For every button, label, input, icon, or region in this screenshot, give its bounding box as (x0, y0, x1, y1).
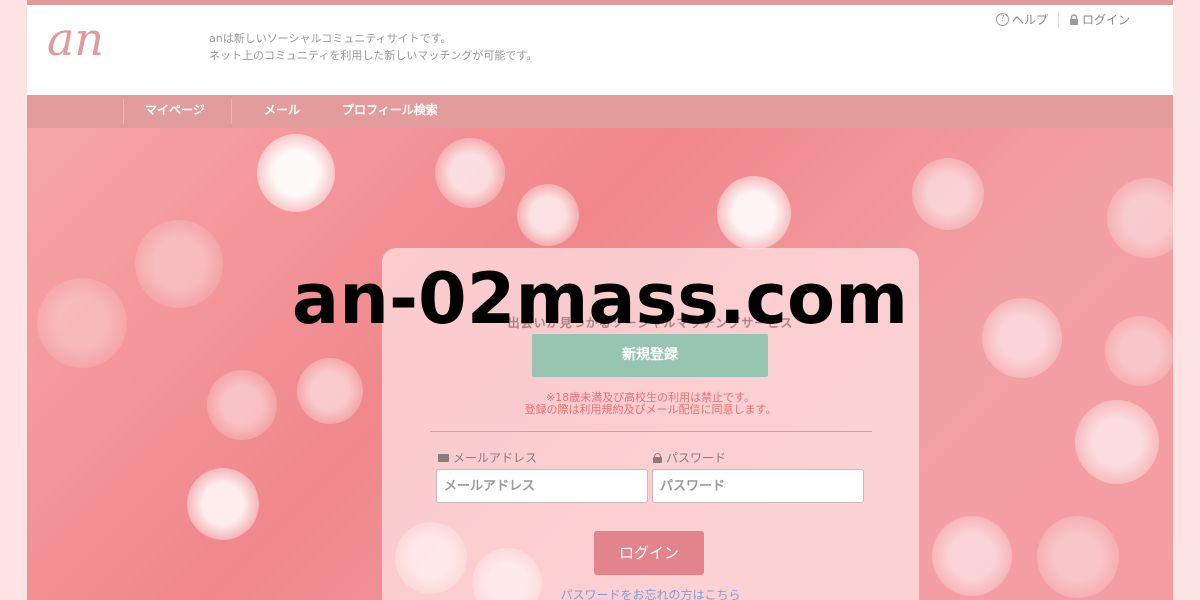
bokeh-light (517, 184, 579, 246)
lock-icon (1069, 13, 1078, 25)
register-button[interactable]: 新規登録 (532, 334, 768, 377)
main-nav: マイページ メール プロフィール検索 (27, 95, 1173, 128)
nav-divider (123, 99, 124, 124)
age-notice: ※18歳未満及び高校生の利用は禁止です。 登録の際は利用規約及びメール配信に同意… (382, 392, 919, 416)
email-label-text: メールアドレス (453, 451, 538, 465)
email-field-label: メールアドレス (438, 449, 537, 466)
nav-divider (231, 99, 232, 124)
password-field-label: パスワード (653, 449, 726, 466)
tagline-line-2: ネット上のコミュニティを利用した新しいマッチングが可能です。 (209, 49, 538, 62)
mail-icon (438, 453, 449, 462)
nav-item-mail[interactable]: メール (264, 95, 300, 128)
bokeh-light (257, 134, 335, 212)
help-icon: ? (995, 13, 1009, 26)
login-button[interactable]: ログイン (594, 531, 704, 575)
help-link[interactable]: ? ヘルプ (995, 11, 1048, 28)
bokeh-light (1107, 178, 1173, 258)
site-tagline: anは新しいソーシャルコミュニティサイトです。 ネット上のコミュニティを利用した… (209, 30, 537, 64)
hero-background: 出会いが見つかるソーシャルマッチングサービス 新規登録 ※18歳未満及び高校生の… (27, 128, 1173, 600)
header-login-link[interactable]: ログイン (1069, 11, 1130, 28)
password-field[interactable] (652, 469, 864, 503)
forgot-password-link[interactable]: パスワードをお忘れの方はこちら (382, 586, 919, 600)
bokeh-light (1075, 400, 1159, 484)
email-field[interactable] (436, 469, 648, 503)
watermark-text: an-02mass.com (291, 258, 909, 340)
nav-item-profile-search[interactable]: プロフィール検索 (342, 95, 438, 128)
header-login-label: ログイン (1081, 13, 1130, 27)
bokeh-light (207, 370, 277, 440)
bokeh-light (1037, 516, 1119, 598)
svg-text:an: an (47, 12, 104, 66)
form-divider (430, 431, 872, 432)
site-header: an anは新しいソーシャルコミュニティサイトです。 ネット上のコミュニティを利… (27, 5, 1173, 95)
bokeh-light (435, 138, 505, 208)
notice-line-2: 登録の際は利用規約及びメール配信に同意します。 (524, 403, 777, 416)
lock-icon (653, 452, 662, 463)
nav-item-mypage[interactable]: マイページ (145, 95, 205, 128)
help-label: ヘルプ (1011, 13, 1048, 27)
bokeh-light (932, 516, 1012, 596)
site-logo[interactable]: an (45, 11, 117, 67)
utility-links: ? ヘルプ ログイン (995, 11, 1130, 28)
bokeh-light (717, 176, 791, 250)
bokeh-light (912, 158, 984, 230)
password-label-text: パスワード (666, 451, 727, 465)
tagline-line-1: anは新しいソーシャルコミュニティサイトです。 (209, 32, 452, 45)
bokeh-light (297, 358, 363, 424)
utility-divider (1057, 11, 1059, 28)
bokeh-light (187, 468, 259, 540)
